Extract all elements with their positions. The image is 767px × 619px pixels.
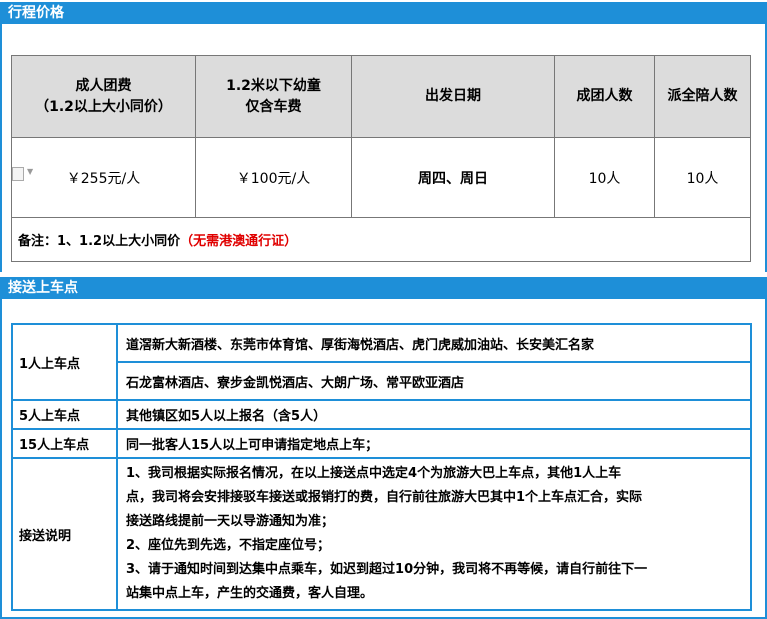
pickup-value-5: 其他镇区如5人以上报名（含5人） bbox=[116, 399, 752, 430]
header-min-group: 成团人数 bbox=[554, 55, 655, 138]
value-adult-fee: ￥255元/人 bbox=[11, 137, 196, 218]
header-child-fee: 1.2米以下幼童 仅含车费 bbox=[195, 55, 352, 138]
value-escort-count: 10人 bbox=[654, 137, 751, 218]
pickup-value-1b: 石龙富林酒店、寮步金凯悦酒店、大朗广场、常平欧亚酒店 bbox=[116, 361, 752, 401]
pickup-table: 1人上车点 道滘新大新酒楼、东莞市体育馆、厚街海悦酒店、虎门虎威加油站、长安美汇… bbox=[11, 323, 752, 611]
pickup-value-15: 同一批客人15人以上可申请指定地点上车； bbox=[116, 428, 752, 459]
price-value-row: ￥255元/人 ￥100元/人 周四、周日 10人 10人 bbox=[11, 137, 751, 218]
value-departure-date: 周四、周日 bbox=[351, 137, 555, 218]
document-icon[interactable] bbox=[12, 167, 24, 181]
price-table: 成人团费 （1.2以上大小同价） 1.2米以下幼童 仅含车费 出发日期 成团人数… bbox=[11, 55, 751, 262]
pickup-label-1: 1人上车点 bbox=[11, 323, 118, 401]
pickup-row: 接送说明 1、我司根据实际报名情况，在以上接送点中选定4个为旅游大巴上车点，其他… bbox=[11, 457, 752, 611]
pickup-value-1a: 道滘新大新酒楼、东莞市体育馆、厚街海悦酒店、虎门虎威加油站、长安美汇名家 bbox=[116, 323, 752, 363]
value-min-group: 10人 bbox=[554, 137, 655, 218]
header-adult-fee-line2: （1.2以上大小同价） bbox=[35, 98, 172, 115]
header-escort-count: 派全陪人数 bbox=[654, 55, 751, 138]
notes-line: 2、座位先到先选，不指定座位号； bbox=[126, 538, 331, 553]
pickup-row: 15人上车点 同一批客人15人以上可申请指定地点上车； bbox=[11, 428, 752, 459]
section-title-price: 行程价格 bbox=[0, 2, 767, 24]
header-departure-date: 出发日期 bbox=[351, 55, 555, 138]
notes-line: 3、请于通知时间到达集中点乘车，如迟到超过10分钟，我司将不再等候，请自行前往下… bbox=[126, 562, 648, 577]
header-adult-fee-line1: 成人团费 bbox=[75, 77, 132, 94]
dropdown-arrow-icon[interactable]: ▼ bbox=[27, 167, 33, 176]
pickup-label-5: 5人上车点 bbox=[11, 399, 118, 430]
pickup-row: 1人上车点 道滘新大新酒楼、东莞市体育馆、厚街海悦酒店、虎门虎威加油站、长安美汇… bbox=[11, 323, 752, 401]
notes-line: 站集中点上车，产生的交通费，客人自理。 bbox=[126, 586, 374, 601]
pickup-notes: 1、我司根据实际报名情况，在以上接送点中选定4个为旅游大巴上车点，其他1人上车 … bbox=[116, 457, 752, 611]
pickup-label-notes: 接送说明 bbox=[11, 457, 118, 611]
pickup-row: 石龙富林酒店、寮步金凯悦酒店、大朗广场、常平欧亚酒店 bbox=[12, 361, 752, 401]
note-text: 备注：1、1.2以上大小同价 bbox=[18, 234, 181, 249]
price-note: 备注：1、1.2以上大小同价（无需港澳通行证） bbox=[11, 217, 751, 262]
notes-line: 接送路线提前一天以导游通知为准； bbox=[126, 514, 335, 529]
note-red-text: （无需港澳通行证） bbox=[180, 234, 298, 249]
header-child-fee-line1: 1.2米以下幼童 bbox=[226, 77, 321, 94]
price-note-row: 备注：1、1.2以上大小同价（无需港澳通行证） bbox=[11, 217, 751, 262]
value-child-fee: ￥100元/人 bbox=[195, 137, 352, 218]
header-adult-fee: 成人团费 （1.2以上大小同价） bbox=[11, 55, 196, 138]
price-header-row: 成人团费 （1.2以上大小同价） 1.2米以下幼童 仅含车费 出发日期 成团人数… bbox=[11, 55, 751, 138]
section-title-pickup: 接送上车点 bbox=[0, 277, 767, 299]
notes-line: 1、我司根据实际报名情况，在以上接送点中选定4个为旅游大巴上车点，其他1人上车 bbox=[126, 466, 622, 481]
header-child-fee-line2: 仅含车费 bbox=[245, 98, 302, 115]
pickup-row: 5人上车点 其他镇区如5人以上报名（含5人） bbox=[11, 399, 752, 430]
pickup-label-15: 15人上车点 bbox=[11, 428, 118, 459]
notes-line: 点，我司将会安排接驳车接送或报销打的费，自行前往旅游大巴其中1个上车点汇合，实际 bbox=[126, 490, 643, 505]
